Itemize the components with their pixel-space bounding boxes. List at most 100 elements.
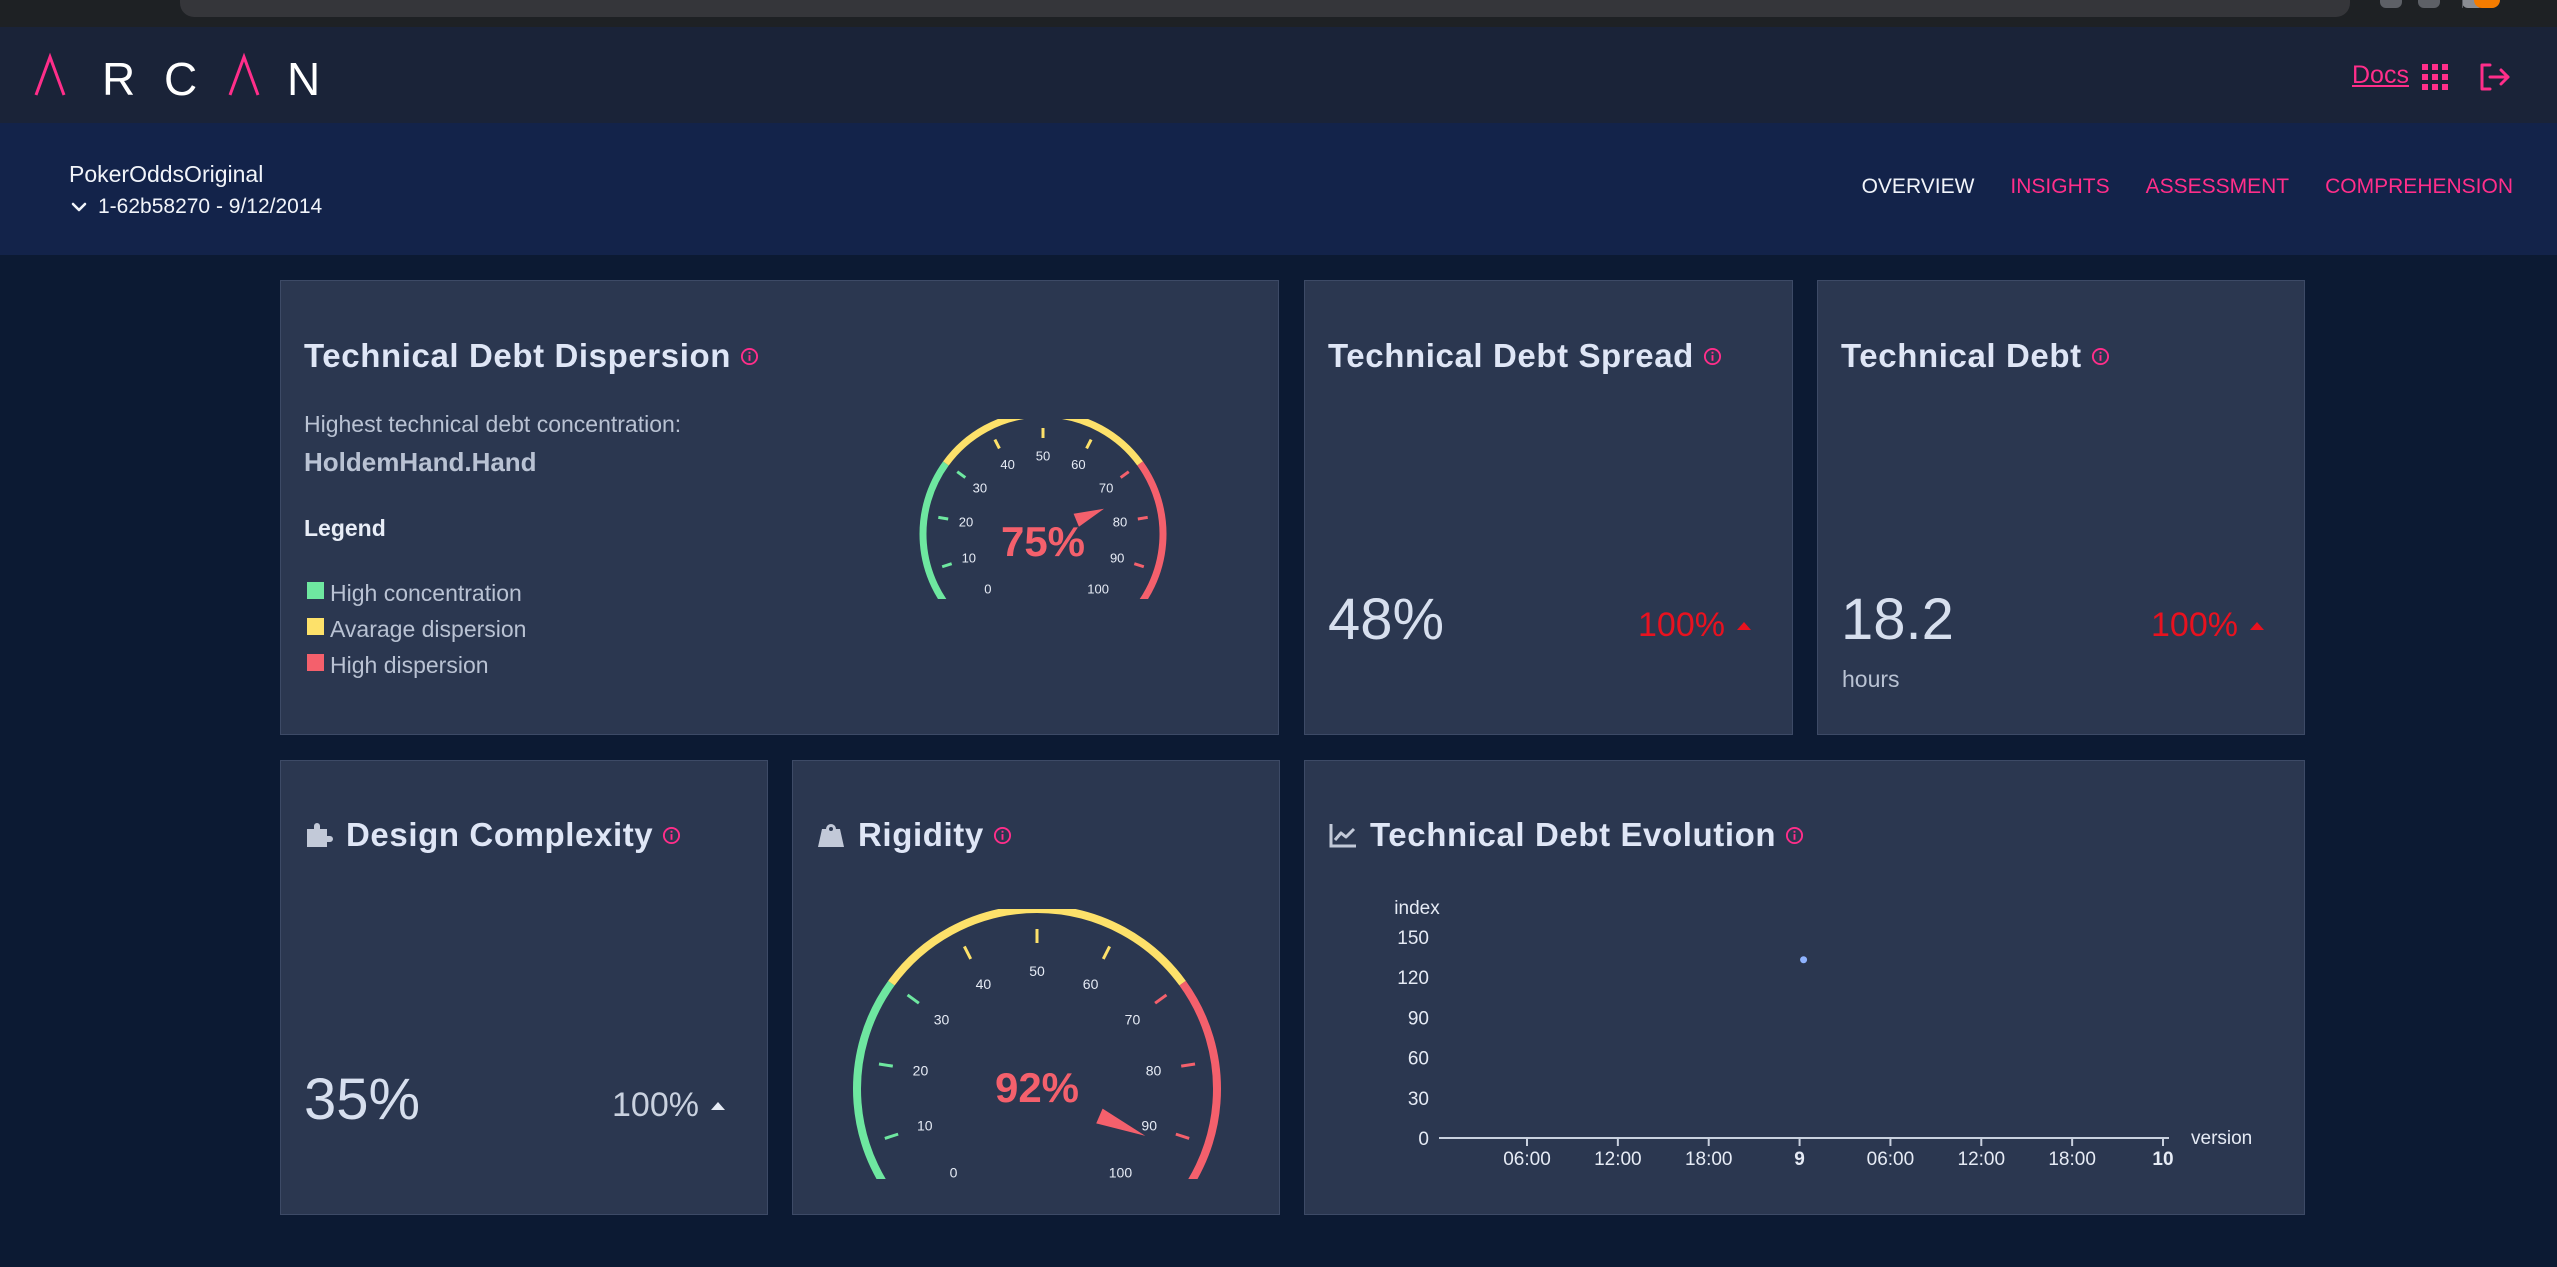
gauge-tick-label: 20 — [913, 1062, 929, 1078]
caret-up-icon — [710, 1101, 725, 1110]
info-icon[interactable] — [993, 826, 1012, 845]
project-name: PokerOddsOriginal — [69, 161, 264, 187]
arcan-logo[interactable]: R C N — [34, 51, 334, 101]
weight-icon — [818, 824, 844, 847]
debt-change: 100% — [2151, 606, 2264, 645]
card-title: Technical Debt Dispersion — [304, 337, 759, 375]
y-tick-label: 90 — [1408, 1008, 1429, 1029]
version-selector[interactable]: 1-62b58270 - 9/12/2014 — [69, 195, 322, 219]
info-icon[interactable] — [1703, 347, 1722, 366]
gauge-tick — [1154, 993, 1168, 1005]
gauge-tick — [1119, 470, 1130, 479]
svg-text:N: N — [287, 53, 320, 101]
info-icon[interactable] — [740, 347, 759, 366]
gauge-tick-label: 100 — [1109, 1164, 1133, 1179]
gauge-tick-label: 40 — [1000, 457, 1014, 472]
tab-assessment[interactable]: ASSESSMENT — [2146, 175, 2290, 199]
chevron-down-icon — [71, 202, 87, 212]
gauge-needle — [1096, 1108, 1146, 1136]
evolution-chart: index version 0 30 60 90 120 150 06:00 12:00 18:00… — [1394, 898, 2252, 1170]
spread-change: 100% — [1638, 606, 1751, 645]
gauge-tick-label: 90 — [1110, 551, 1124, 566]
version-label: 1-62b58270 - 9/12/2014 — [98, 195, 323, 218]
y-tick-label: 60 — [1408, 1049, 1429, 1070]
data-point[interactable] — [1800, 956, 1808, 964]
x-tick-label: 06:00 — [1503, 1149, 1551, 1170]
gauge-arc-red — [1179, 980, 1221, 1179]
card-technical-debt-evolution: Technical Debt Evolution index version 0 30… — [1304, 760, 2305, 1215]
gauge-tick-label: 10 — [917, 1117, 933, 1133]
gauge-tick — [941, 562, 953, 569]
x-tick-label: 12:00 — [1958, 1149, 2006, 1170]
gauge-tick-label: 80 — [1113, 514, 1127, 529]
gauge-tick — [878, 1062, 894, 1068]
gauge-tick-label: 70 — [1099, 481, 1113, 496]
concentration-label: Highest technical debt concentration: — [304, 411, 682, 437]
gauge-arc-green — [919, 461, 949, 599]
gauge-tick-label: 30 — [934, 1012, 950, 1028]
legend-swatch-yellow — [307, 618, 324, 635]
legend-label: High dispersion — [330, 652, 489, 678]
spread-change-value: 100% — [1638, 606, 1725, 644]
rigidity-gauge: 0 10 20 30 40 50 60 70 80 90 100 92% — [853, 909, 1221, 1179]
extension-icon[interactable] — [2380, 0, 2402, 8]
legend-item: High dispersion — [307, 652, 489, 679]
gauge-tick-label: 40 — [976, 976, 992, 992]
card-title: Rigidity — [816, 816, 1012, 854]
card-design-complexity: Design Complexity 35% 100% — [280, 760, 768, 1215]
profile-avatar[interactable] — [2474, 0, 2500, 8]
card-title: Technical Debt — [1841, 337, 2110, 375]
puzzle-icon — [307, 823, 333, 847]
tab-comprehension[interactable]: COMPREHENSION — [2325, 175, 2513, 199]
project-bar: PokerOddsOriginal 1-62b58270 - 9/12/2014… — [0, 123, 2557, 255]
spread-value: 48% — [1328, 587, 1445, 652]
dispersion-title: Technical Debt Dispersion — [304, 337, 731, 374]
extension-icon[interactable] — [2418, 0, 2440, 8]
complexity-title: Design Complexity — [346, 816, 654, 853]
x-axis-label: version — [2191, 1128, 2252, 1149]
debt-value: 18.2 — [1841, 587, 1954, 652]
docs-link[interactable]: Docs — [2352, 61, 2409, 90]
gauge-tick — [1137, 515, 1148, 521]
concentration-value: HoldemHand.Hand — [304, 447, 537, 477]
legend-item: High concentration — [307, 580, 522, 607]
gauge-tick — [1180, 1062, 1196, 1068]
gauge-tick — [1101, 945, 1111, 960]
app-header: R C N Docs — [0, 27, 2557, 123]
legend-title: Legend — [304, 515, 386, 541]
gauge-tick-label: 90 — [1141, 1117, 1157, 1133]
tab-insights[interactable]: INSIGHTS — [2010, 175, 2109, 199]
spread-title: Technical Debt Spread — [1328, 337, 1694, 374]
legend-swatch-red — [307, 654, 324, 671]
gauge-tick — [938, 515, 949, 521]
legend-label: High concentration — [330, 580, 522, 606]
gauge-value: 92% — [995, 1064, 1079, 1111]
y-tick-label: 30 — [1408, 1089, 1429, 1110]
logout-icon[interactable] — [2478, 61, 2512, 93]
tab-overview[interactable]: OVERVIEW — [1862, 175, 1975, 199]
gauge-tick — [1085, 438, 1093, 450]
gauge-tick-label: 60 — [1071, 457, 1085, 472]
grid-icon[interactable] — [2422, 64, 2448, 90]
card-technical-debt-dispersion: Technical Debt Dispersion Highest techni… — [280, 280, 1279, 735]
x-tick-label: 9 — [1794, 1149, 1805, 1170]
complexity-change-value: 100% — [612, 1086, 699, 1124]
x-tick-label: 18:00 — [2048, 1149, 2096, 1170]
gauge-value: 75% — [1001, 518, 1085, 565]
legend-label: Avarage dispersion — [330, 616, 527, 642]
gauge-tick-label: 80 — [1146, 1062, 1162, 1078]
rigidity-title: Rigidity — [858, 816, 984, 853]
gauge-tick — [884, 1132, 899, 1140]
debt-title: Technical Debt — [1841, 337, 2082, 374]
gauge-tick — [1133, 562, 1145, 569]
gauge-arc-green — [853, 980, 895, 1179]
gauge-tick — [1175, 1132, 1190, 1140]
x-tick-label: 06:00 — [1867, 1149, 1915, 1170]
svg-text:R: R — [102, 53, 135, 101]
x-tick-label: 18:00 — [1685, 1149, 1733, 1170]
info-icon[interactable] — [662, 826, 681, 845]
legend-item: Avarage dispersion — [307, 616, 526, 643]
info-icon[interactable] — [2091, 347, 2110, 366]
address-bar[interactable] — [180, 0, 2350, 17]
gauge-tick-label: 70 — [1125, 1012, 1141, 1028]
